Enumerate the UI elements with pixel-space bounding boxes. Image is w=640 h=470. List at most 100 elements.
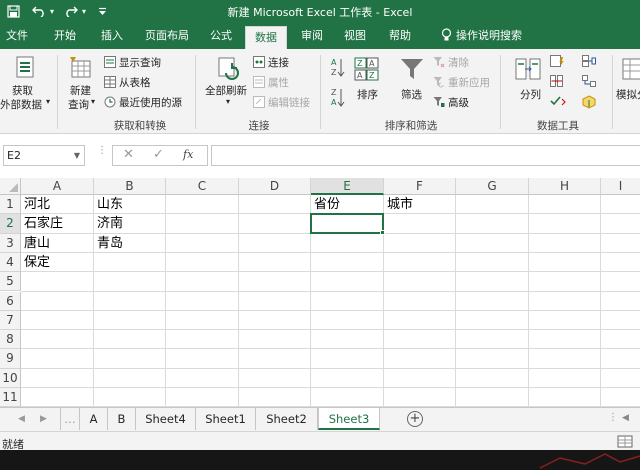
what-if-icon	[622, 58, 640, 80]
reapply-button[interactable]: 重新应用	[433, 75, 490, 90]
column-gridline	[238, 195, 239, 407]
sheet-tab-b[interactable]: B	[108, 408, 136, 430]
cell-a4[interactable]: 保定	[21, 253, 94, 272]
insert-function-icon[interactable]: fx	[183, 148, 193, 161]
column-header-i[interactable]: I	[601, 178, 640, 195]
tell-me-search[interactable]: 操作说明搜索	[456, 23, 526, 49]
flash-fill-button[interactable]	[550, 55, 564, 70]
reapply-icon	[433, 76, 445, 88]
from-table-button[interactable]: 从表格	[104, 75, 151, 90]
column-header-e[interactable]: E	[311, 178, 384, 195]
data-model-button[interactable]	[582, 95, 596, 112]
group-separator	[612, 55, 613, 129]
scroll-tabs-right-icon[interactable]: ▶	[40, 408, 47, 430]
tab-home[interactable]: 开始	[45, 23, 85, 49]
enter-icon[interactable]: ✓	[153, 147, 164, 162]
tab-data[interactable]: 数据	[245, 26, 287, 49]
edit-links-button[interactable]: 编辑链接	[253, 95, 310, 110]
sheet-tab-sheet3[interactable]: Sheet3	[318, 408, 380, 430]
chevron-down-icon[interactable]: ▼	[74, 146, 80, 165]
sheet-tab-bar: ◀ ▶ … A B Sheet4 Sheet1 Sheet2 Sheet3 + …	[0, 407, 640, 431]
row-header-10[interactable]: 10	[0, 368, 21, 388]
column-header-a[interactable]: A	[21, 178, 94, 195]
data-validation-button[interactable]	[550, 95, 568, 110]
show-queries-button[interactable]: 显示查询	[104, 55, 161, 70]
tab-page-layout[interactable]: 页面布局	[140, 23, 194, 49]
column-header-f[interactable]: F	[384, 178, 456, 195]
cell-a3[interactable]: 唐山	[21, 234, 94, 253]
group-connections-label: 连接	[248, 120, 270, 132]
tab-formulas[interactable]: 公式	[203, 23, 239, 49]
group-get-transform-label: 获取和转换	[113, 120, 167, 132]
table-icon	[104, 76, 116, 88]
row-header-1[interactable]: 1	[0, 195, 21, 215]
cell-b1[interactable]: 山东	[94, 195, 166, 214]
tab-view[interactable]: 视图	[337, 23, 373, 49]
sort-za-button[interactable]: ZA	[331, 87, 345, 112]
row-gridline	[21, 309, 640, 311]
refresh-icon	[218, 57, 239, 80]
tab-help[interactable]: 帮助	[382, 23, 418, 49]
fill-handle[interactable]	[380, 229, 385, 235]
recent-sources-button[interactable]: 最近使用的源	[104, 95, 182, 110]
formula-bar: E2 ▼ ⋮ ✕ ✓ fx	[0, 134, 640, 174]
select-all-corner[interactable]	[0, 178, 21, 195]
cell-b2[interactable]: 济南	[94, 214, 166, 233]
cell-a1[interactable]: 河北	[21, 195, 94, 214]
edit-links-label: 编辑链接	[268, 97, 310, 109]
group-separator	[320, 55, 321, 129]
tab-insert[interactable]: 插入	[92, 23, 132, 49]
clear-button[interactable]: 清除	[433, 55, 469, 70]
relationships-button[interactable]	[582, 75, 596, 90]
recent-sources-label: 最近使用的源	[119, 97, 182, 109]
cell-a2[interactable]: 石家庄	[21, 214, 94, 233]
svg-text:A: A	[357, 71, 363, 80]
column-header-d[interactable]: D	[239, 178, 311, 195]
tab-review[interactable]: 审阅	[294, 23, 330, 49]
row-header-4[interactable]: 4	[0, 252, 21, 273]
tab-file[interactable]: 文件	[0, 23, 34, 49]
row-header-6[interactable]: 6	[0, 291, 21, 311]
row-header-9[interactable]: 9	[0, 349, 21, 369]
column-header-b[interactable]: B	[94, 178, 166, 195]
column-header-c[interactable]: C	[166, 178, 239, 195]
lightbulb-icon[interactable]	[436, 23, 456, 49]
more-tabs-ellipsis[interactable]: …	[60, 408, 80, 430]
advanced-button[interactable]: 高级	[433, 95, 469, 110]
worksheet-grid[interactable]: ABCDEFGHI 1 2 3 4 5 6 7 8 9 10 11 河北 山东 省份 城市石家庄 济南 唐山青…	[0, 178, 640, 407]
formula-bar-grip-icon[interactable]: ⋮	[97, 146, 107, 163]
sort-az-button[interactable]: AZ	[331, 57, 345, 82]
clear-filter-icon	[433, 56, 445, 68]
sheet-tab-a[interactable]: A	[80, 408, 108, 430]
formula-input[interactable]	[211, 145, 640, 166]
cell-b3[interactable]: 青岛	[94, 234, 166, 253]
link-icon	[253, 96, 265, 108]
sheet-tab-sheet4[interactable]: Sheet4	[136, 408, 196, 430]
cancel-icon[interactable]: ✕	[123, 147, 134, 162]
row-header-5[interactable]: 5	[0, 272, 21, 292]
sheet-tab-sheet1[interactable]: Sheet1	[196, 408, 256, 430]
column-header-g[interactable]: G	[456, 178, 529, 195]
cell-e1[interactable]: 省份	[311, 195, 384, 214]
row-header-2[interactable]: 2	[0, 214, 21, 234]
scroll-left-icon[interactable]: ◀	[622, 413, 629, 423]
normal-view-icon[interactable]	[614, 435, 636, 448]
cell-f1[interactable]: 城市	[384, 195, 456, 214]
name-box[interactable]: E2 ▼	[3, 145, 85, 166]
show-queries-icon	[104, 56, 116, 68]
tab-splitter-icon[interactable]: ⋮	[608, 412, 618, 423]
group-separator	[57, 55, 58, 129]
row-header-3[interactable]: 3	[0, 233, 21, 253]
consolidate-button[interactable]	[582, 55, 596, 70]
sheet-tab-sheet2[interactable]: Sheet2	[256, 408, 318, 430]
row-header-11[interactable]: 11	[0, 388, 21, 407]
row-header-7[interactable]: 7	[0, 310, 21, 331]
scroll-tabs-left-icon[interactable]: ◀	[18, 408, 25, 430]
column-header-h[interactable]: H	[529, 178, 601, 195]
properties-button[interactable]: 属性	[253, 75, 289, 90]
connections-button[interactable]: 连接	[253, 55, 289, 70]
add-sheet-icon[interactable]: +	[407, 411, 423, 427]
show-queries-label: 显示查询	[119, 57, 161, 69]
remove-duplicates-button[interactable]	[550, 75, 564, 90]
row-header-8[interactable]: 8	[0, 330, 21, 350]
